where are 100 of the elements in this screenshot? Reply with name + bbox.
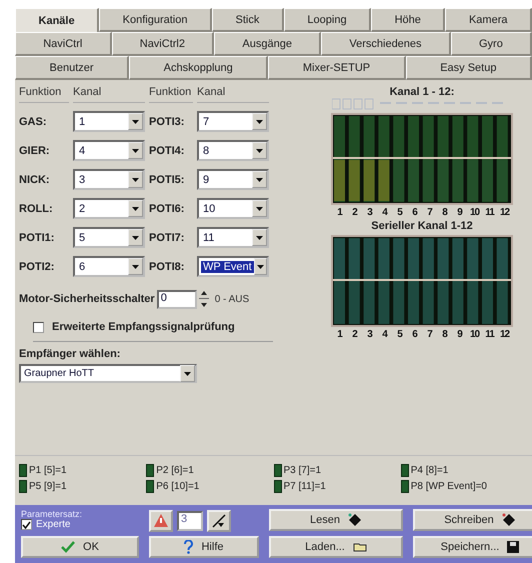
dropdown-arrow-icon	[256, 236, 263, 240]
channel-number: 9	[456, 329, 464, 340]
tab[interactable]: Höhe	[371, 8, 446, 32]
tab[interactable]: Mixer-SETUP	[268, 56, 406, 80]
poti-status: P4 [8]=1	[410, 464, 448, 476]
read-button[interactable]: Lesen	[269, 509, 403, 531]
receiver-dropdown[interactable]: Graupner HoTT	[19, 364, 197, 383]
channel-number: 2	[351, 207, 358, 218]
tab[interactable]: Benutzer	[15, 56, 130, 80]
status-led	[146, 464, 154, 476]
channel-dropdown[interactable]: 1	[73, 111, 145, 132]
dropdown-arrow-icon	[132, 206, 139, 210]
help-icon	[184, 540, 194, 554]
ok-button[interactable]: OK	[21, 536, 139, 558]
channel-dropdown[interactable]: 4	[73, 140, 145, 161]
status-led	[400, 464, 409, 476]
tab[interactable]: Konfiguration	[99, 8, 212, 32]
dropdown-arrow-icon	[132, 264, 139, 268]
channel-dropdown[interactable]: 10	[197, 198, 269, 219]
tab[interactable]: Kanäle	[15, 8, 100, 32]
function-label: NICK:	[19, 174, 51, 186]
poti-status: P2 [6]=1	[156, 464, 194, 476]
column-header: Kanal	[73, 86, 145, 103]
channel-dropdown[interactable]: 3	[73, 169, 145, 190]
warning-button[interactable]	[149, 510, 173, 532]
dropdown-arrow-icon	[256, 206, 263, 210]
channel-number: 3	[366, 207, 374, 218]
write-button[interactable]: Schreiben	[413, 509, 532, 531]
tab[interactable]: Looping	[284, 8, 372, 32]
tab[interactable]: Ausgänge	[214, 32, 322, 56]
channel-number: 11	[484, 329, 496, 340]
channel-number: 12	[498, 329, 511, 340]
tab[interactable]: NaviCtrl	[15, 32, 112, 56]
function-label: GAS:	[19, 116, 48, 128]
channel-number: 8	[441, 329, 448, 340]
check-icon	[61, 541, 76, 553]
channel-number: 7	[426, 207, 434, 218]
channel-number: 6	[411, 329, 418, 340]
channel-number: 10	[468, 207, 481, 218]
motor-switch-field[interactable]: 0	[156, 290, 197, 308]
help-button[interactable]: Hilfe	[149, 536, 259, 558]
channel-number: 2	[351, 329, 358, 340]
status-led	[400, 480, 409, 492]
parameter-set-field[interactable]: 3	[177, 510, 203, 530]
channel-number: 1	[336, 329, 344, 340]
channel-dropdown[interactable]: 9	[197, 169, 269, 190]
motor-switch-label: Motor-Sicherheitsschalter	[19, 293, 155, 305]
channel-number: 12	[498, 207, 511, 218]
dropdown-arrow-icon	[256, 120, 263, 124]
tab[interactable]: Easy Setup	[406, 56, 532, 80]
tab[interactable]: Gyro	[450, 32, 532, 56]
column-header: Funktion	[149, 86, 193, 103]
receiver-label: Empfänger wählen:	[19, 348, 122, 360]
poti-status: P1 [5]=1	[29, 464, 67, 476]
channel-number: 4	[381, 207, 388, 218]
status-led	[19, 464, 27, 476]
channel-number: 4	[381, 329, 388, 340]
parameter-set-label: Parametersatz:	[21, 509, 84, 519]
status-led	[146, 480, 154, 492]
column-header: Funktion	[19, 86, 69, 103]
function-label: POTI8:	[149, 260, 186, 272]
poti-status: P5 [9]=1	[29, 480, 67, 492]
channel-dropdown[interactable]: 8	[197, 140, 269, 161]
channel-dropdown[interactable]: 6	[73, 256, 145, 277]
toggle-button[interactable]	[207, 510, 231, 532]
function-label: POTI1:	[19, 232, 56, 244]
function-label: ROLL:	[19, 202, 54, 214]
channel-number: 9	[456, 207, 464, 218]
channel-number: 3	[366, 329, 374, 340]
poti-status: P3 [7]=1	[284, 464, 322, 476]
tab[interactable]: NaviCtrl2	[112, 32, 214, 56]
tab[interactable]: Kamera	[445, 8, 532, 32]
status-led	[274, 464, 282, 476]
dropdown-arrow-icon	[256, 148, 263, 152]
tab[interactable]: Verschiedenes	[321, 32, 451, 56]
channel-dropdown[interactable]: 7	[197, 111, 269, 132]
channel-dropdown[interactable]: WP Event	[197, 256, 269, 277]
channel-dropdown[interactable]: 2	[73, 198, 145, 219]
dropdown-arrow-icon	[256, 264, 264, 268]
spinner-icon[interactable]	[198, 289, 209, 309]
dropdown-arrow-icon	[132, 236, 139, 240]
status-led	[19, 480, 27, 492]
motor-switch-hint: 0 - AUS	[214, 294, 250, 304]
channel-number: 10	[468, 329, 481, 340]
tab[interactable]: Achskopplung	[129, 56, 268, 80]
tab[interactable]: Stick	[212, 8, 284, 32]
checkbox[interactable]	[33, 322, 44, 332]
channel-number: 5	[396, 329, 404, 340]
save-icon	[507, 541, 520, 553]
dropdown-arrow-icon	[132, 178, 139, 182]
dropdown-arrow-icon	[184, 372, 191, 376]
load-button[interactable]: Laden...	[269, 536, 403, 558]
chart-title: Kanal 1 - 12:	[390, 86, 454, 98]
column-header: Kanal	[197, 86, 269, 103]
expert-checkbox[interactable]	[21, 519, 32, 530]
channel-dropdown[interactable]: 5	[73, 227, 145, 248]
folder-icon	[352, 542, 367, 552]
save-button[interactable]: Speichern...	[413, 536, 532, 558]
slash-arrow-icon	[212, 514, 226, 528]
channel-dropdown[interactable]: 11	[197, 227, 269, 248]
